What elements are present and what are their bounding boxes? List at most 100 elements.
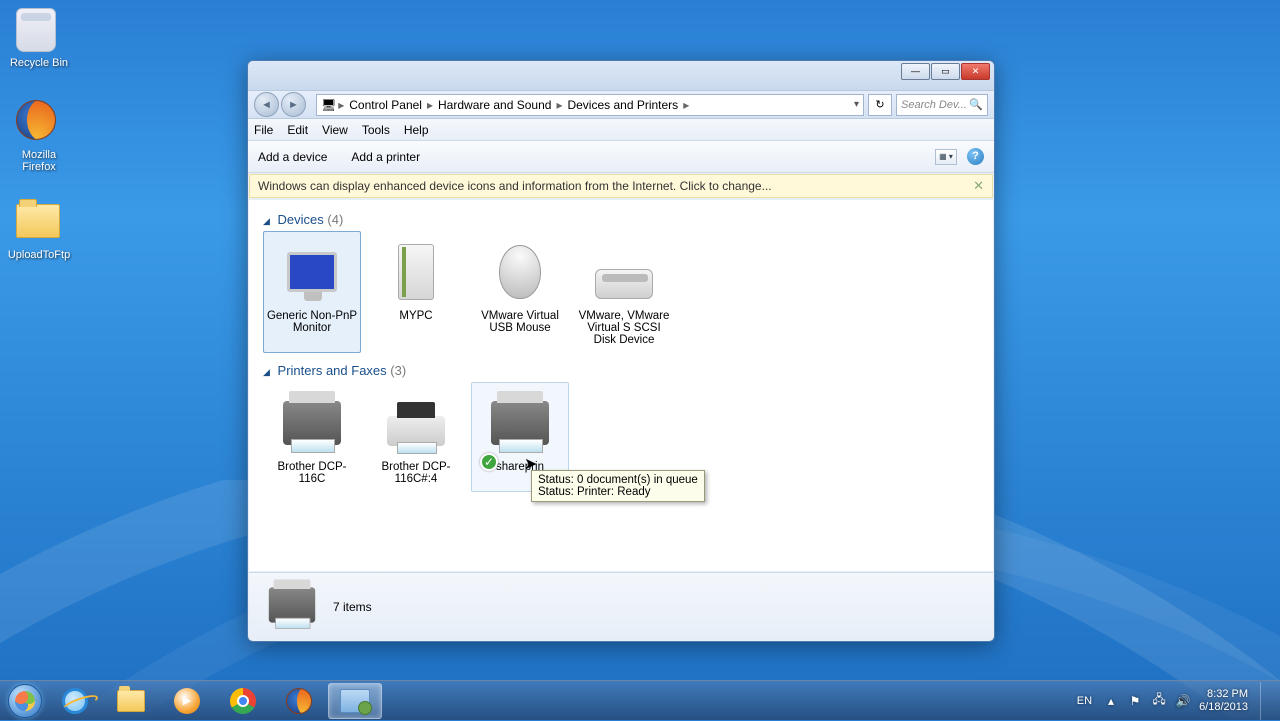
printer-icon (269, 587, 315, 622)
control-panel-icon: 🖥 (321, 98, 336, 112)
group-count: (4) (327, 212, 343, 227)
navigation-row: ◄ ► 🖥 ▸ Control Panel ▸ Hardware and Sou… (248, 90, 994, 119)
add-device-button[interactable]: Add a device (258, 150, 327, 164)
content-area: ◢ Devices (4) Generic Non-PnP Monitor MY… (249, 200, 993, 571)
desktop-icon-label: Mozilla Firefox (4, 149, 74, 173)
desktop-icon-firefox[interactable]: Mozilla Firefox (4, 100, 74, 173)
nav-back-button[interactable]: ◄ (254, 92, 279, 117)
device-vmware-mouse[interactable]: VMware Virtual USB Mouse (471, 231, 569, 353)
tray-network-icon[interactable]: 🖧 (1151, 693, 1167, 709)
tray-show-hidden-icon[interactable]: ▴ (1103, 693, 1119, 709)
menu-help[interactable]: Help (404, 123, 429, 137)
printer-brother-dcp116c[interactable]: Brother DCP-116C (263, 382, 361, 492)
breadcrumb-separator: ▸ (556, 98, 562, 112)
menu-bar: File Edit View Tools Help (248, 119, 994, 141)
details-pane: 7 items (249, 572, 993, 640)
device-vmware-disk[interactable]: VMware, VMware Virtual S SCSI Disk Devic… (575, 231, 673, 353)
taskbar-chrome[interactable] (216, 683, 270, 719)
desktop-icon-recycle-bin[interactable]: Recycle Bin (4, 8, 74, 69)
tray-volume-icon[interactable]: 🔊 (1175, 693, 1191, 709)
taskbar-ie[interactable] (48, 683, 102, 719)
desktop-icon-upload-folder[interactable]: UploadToFtp (4, 200, 74, 261)
view-options-button[interactable]: ▦ ▾ (935, 149, 957, 165)
printer-icon (387, 416, 445, 446)
show-desktop-button[interactable] (1260, 682, 1270, 720)
device-generic-monitor[interactable]: Generic Non-PnP Monitor (263, 231, 361, 353)
devices-and-printers-window: — ▭ ✕ ◄ ► 🖥 ▸ Control Panel ▸ Hardware a… (247, 60, 995, 642)
nav-forward-button[interactable]: ► (281, 92, 306, 117)
group-count: (3) (390, 363, 406, 378)
address-dropdown-icon[interactable]: ▾ (854, 99, 859, 110)
breadcrumb-hardware-sound[interactable]: Hardware and Sound (435, 98, 554, 112)
tooltip-line2: Status: Printer: Ready (538, 486, 698, 498)
taskbar-firefox[interactable] (272, 683, 326, 719)
ie-icon (62, 688, 88, 714)
search-placeholder: Search Dev... (901, 99, 967, 111)
printer-icon (283, 401, 341, 445)
default-check-icon: ✓ (480, 453, 498, 471)
menu-tools[interactable]: Tools (362, 123, 390, 137)
control-panel-icon (340, 689, 370, 713)
taskbar-media-player[interactable]: ▶ (160, 683, 214, 719)
command-bar: Add a device Add a printer ▦ ▾ ? (248, 141, 994, 173)
printer-brother-dcp116c-4[interactable]: Brother DCP-116C#:4 (367, 382, 465, 492)
minimize-button[interactable]: — (901, 63, 930, 80)
explorer-icon (117, 690, 145, 712)
windows-logo-icon (8, 684, 42, 718)
address-bar[interactable]: 🖥 ▸ Control Panel ▸ Hardware and Sound ▸… (316, 94, 864, 116)
desktop-icon-label: UploadToFtp (4, 249, 74, 261)
start-button[interactable] (2, 681, 47, 721)
collapse-icon: ◢ (263, 216, 270, 226)
device-label: VMware, VMware Virtual S SCSI Disk Devic… (578, 310, 670, 346)
clock-time: 8:32 PM (1199, 688, 1248, 701)
taskbar-explorer[interactable] (104, 683, 158, 719)
information-bar[interactable]: Windows can display enhanced device icon… (249, 174, 993, 198)
info-bar-text: Windows can display enhanced device icon… (258, 179, 772, 193)
device-label: MYPC (370, 310, 462, 322)
device-label: Generic Non-PnP Monitor (266, 310, 358, 334)
group-title: Devices (278, 212, 324, 227)
chrome-icon (230, 688, 256, 714)
info-bar-close-icon[interactable]: ✕ (973, 178, 984, 194)
taskbar: ▶ EN ▴ ⚑ 🖧 🔊 8:32 PM 6/18/2013 (0, 680, 1280, 720)
mouse-icon (499, 245, 541, 299)
help-icon[interactable]: ? (967, 148, 984, 165)
firefox-icon (286, 688, 312, 714)
window-titlebar[interactable]: — ▭ ✕ (248, 61, 994, 90)
system-tray: EN ▴ ⚑ 🖧 🔊 8:32 PM 6/18/2013 (1074, 682, 1280, 720)
group-header-devices[interactable]: ◢ Devices (4) (263, 212, 979, 227)
menu-view[interactable]: View (322, 123, 348, 137)
breadcrumb-separator: ▸ (427, 98, 433, 112)
tray-clock[interactable]: 8:32 PM 6/18/2013 (1199, 688, 1248, 713)
breadcrumb-devices-printers[interactable]: Devices and Printers (564, 98, 681, 112)
collapse-icon: ◢ (263, 367, 270, 377)
close-button[interactable]: ✕ (961, 63, 990, 80)
desktop-icon-label: Recycle Bin (4, 57, 74, 69)
search-icon: 🔍 (969, 98, 983, 111)
firefox-icon (16, 100, 56, 140)
refresh-button[interactable]: ↻ (868, 94, 892, 116)
maximize-button[interactable]: ▭ (931, 63, 960, 80)
breadcrumb-control-panel[interactable]: Control Panel (346, 98, 425, 112)
printer-icon (491, 401, 549, 445)
device-mypc[interactable]: MYPC (367, 231, 465, 353)
menu-file[interactable]: File (254, 123, 273, 137)
group-header-printers[interactable]: ◢ Printers and Faxes (3) (263, 363, 979, 378)
monitor-icon (287, 252, 337, 292)
item-count: 7 items (333, 600, 372, 614)
language-indicator[interactable]: EN (1074, 693, 1095, 709)
computer-icon (398, 244, 434, 300)
menu-edit[interactable]: Edit (287, 123, 308, 137)
device-label: Brother DCP-116C#:4 (370, 461, 462, 485)
breadcrumb-separator: ▸ (683, 98, 689, 112)
breadcrumb-separator: ▸ (338, 98, 344, 112)
folder-icon (16, 204, 60, 238)
taskbar-control-panel[interactable] (328, 683, 382, 719)
search-input[interactable]: Search Dev... 🔍 (896, 94, 988, 116)
tooltip-line1: Status: 0 document(s) in queue (538, 474, 698, 486)
device-label: VMware Virtual USB Mouse (474, 310, 566, 334)
add-printer-button[interactable]: Add a printer (351, 150, 420, 164)
tray-action-center-icon[interactable]: ⚑ (1127, 693, 1143, 709)
clock-date: 6/18/2013 (1199, 701, 1248, 714)
media-player-icon: ▶ (174, 688, 200, 714)
